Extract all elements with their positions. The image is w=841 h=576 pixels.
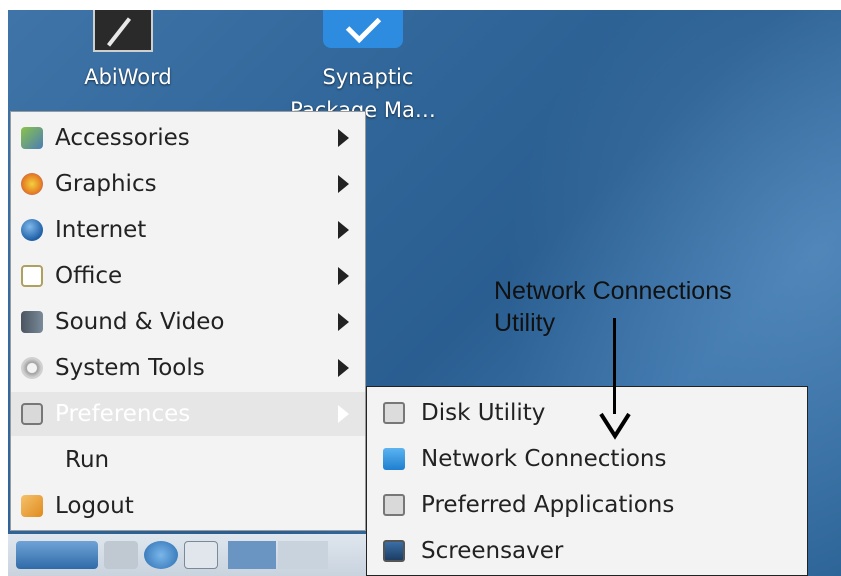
disk-utility-icon [383,402,405,424]
workspace-1[interactable] [228,541,276,569]
menu-item-label: System Tools [55,355,205,381]
screensaver-icon [383,540,405,562]
menu-item-accessories[interactable]: Accessories [11,116,365,160]
submenu-item-disk-utility[interactable]: Disk Utility [367,391,807,435]
preferences-submenu: Disk Utility Network Connections Preferr… [366,386,808,576]
start-menu-button[interactable] [16,541,98,569]
submenu-arrow-icon [338,221,349,239]
abiword-desktop-label[interactable]: AbiWord [68,65,188,89]
file-manager-icon[interactable] [104,541,138,569]
submenu-arrow-icon [338,129,349,147]
menu-item-system-tools[interactable]: System Tools [11,346,365,390]
workspace-2[interactable] [278,541,328,569]
menu-item-label: Sound & Video [55,309,225,335]
menu-item-label: Logout [55,493,134,519]
preferences-icon [21,403,43,425]
submenu-arrow-icon [338,175,349,193]
menu-item-preferences[interactable]: Preferences [11,392,365,436]
preferred-applications-icon [383,494,405,516]
submenu-arrow-icon [338,359,349,377]
submenu-item-label: Disk Utility [421,400,546,426]
abiword-desktop-icon[interactable] [93,10,153,52]
internet-globe-icon [21,219,43,241]
submenu-arrow-icon [338,267,349,285]
desktop-switch-icon[interactable] [184,541,218,569]
accessories-icon [21,127,43,149]
annotation-line1: Network Connections [494,277,732,305]
submenu-item-preferred-applications[interactable]: Preferred Applications [367,483,807,527]
sound-video-icon [21,311,43,333]
taskbar [8,534,366,576]
submenu-item-label: Screensaver [421,538,564,564]
annotation-arrow-head-icon [599,412,631,440]
menu-item-internet[interactable]: Internet [11,208,365,252]
submenu-arrow-icon [338,405,349,423]
application-menu: Accessories Graphics Internet Office Sou… [10,111,366,531]
menu-item-label: Preferences [55,401,191,427]
menu-item-logout[interactable]: Logout [11,484,365,528]
menu-item-label: Internet [55,217,147,243]
network-connections-icon [383,448,405,470]
menu-item-label: Accessories [55,125,190,151]
submenu-arrow-icon [338,313,349,331]
menu-item-office[interactable]: Office [11,254,365,298]
menu-item-label: Office [55,263,123,289]
menu-item-label: Graphics [55,171,157,197]
logout-icon [21,495,43,517]
submenu-item-label: Network Connections [421,446,667,472]
menu-item-label: Run [65,447,110,473]
menu-item-sound-video[interactable]: Sound & Video [11,300,365,344]
browser-icon[interactable] [144,541,178,569]
synaptic-desktop-label-line1[interactable]: Synaptic [308,65,428,89]
submenu-item-network-connections[interactable]: Network Connections [367,437,807,481]
graphics-icon [21,173,43,195]
office-icon [21,265,43,287]
system-tools-icon [21,357,43,379]
menu-item-run[interactable]: Run [11,438,365,482]
menu-item-graphics[interactable]: Graphics [11,162,365,206]
submenu-item-screensaver[interactable]: Screensaver [367,529,807,573]
submenu-item-label: Preferred Applications [421,492,675,518]
synaptic-desktop-icon[interactable] [323,10,403,48]
